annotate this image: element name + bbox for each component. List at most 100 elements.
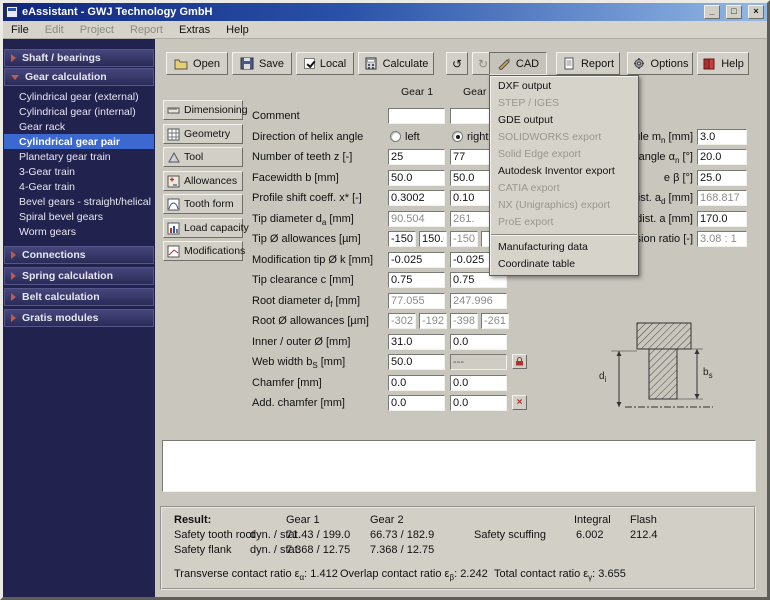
menu-item-manufacturing-data[interactable]: Manufacturing data bbox=[490, 239, 638, 256]
cad-dropdown-menu: DXF output STEP / IGES GDE output SOLIDW… bbox=[489, 75, 639, 276]
pressure-angle-input[interactable] bbox=[697, 149, 747, 165]
sidebar-item-planetary-gear-train[interactable]: Planetary gear train bbox=[4, 149, 154, 164]
menu-item-gde-output[interactable]: GDE output bbox=[490, 112, 638, 129]
web-width-gear2-field bbox=[450, 354, 507, 370]
minimize-icon[interactable]: _ bbox=[704, 5, 720, 19]
local-checkbox[interactable]: Local bbox=[296, 52, 354, 75]
menu-help[interactable]: Help bbox=[218, 24, 257, 36]
undo-icon: ↺ bbox=[452, 58, 462, 70]
modifications-button[interactable]: Modifications bbox=[163, 241, 243, 261]
load-capacity-button[interactable]: Load capacity bbox=[163, 218, 243, 238]
document-icon bbox=[562, 57, 576, 70]
tooth-curve-icon bbox=[167, 198, 180, 211]
menu-item-catia-export: CATIA export bbox=[490, 180, 638, 197]
add-chamfer-gear2-input[interactable] bbox=[450, 395, 507, 411]
allowances-button[interactable]: Allowances bbox=[163, 171, 243, 191]
notes-area[interactable] bbox=[162, 440, 756, 492]
sidebar-item-spiral-bevel-gears[interactable]: Spiral bevel gears bbox=[4, 209, 154, 224]
tooth-form-button[interactable]: Tooth form bbox=[163, 194, 243, 214]
modification-tip-gear1-input[interactable] bbox=[388, 252, 445, 268]
comment-gear1-input[interactable] bbox=[388, 108, 445, 124]
menu-project: Project bbox=[72, 24, 122, 36]
menu-item-solidworks-export: SOLIDWORKS export bbox=[490, 129, 638, 146]
tool-button[interactable]: Tool bbox=[163, 147, 243, 167]
menu-item-autodesk-inventor-export[interactable]: Autodesk Inventor export bbox=[490, 163, 638, 180]
sidebar-section-gear-calculation[interactable]: Gear calculation bbox=[4, 68, 154, 86]
facewidth-gear1-input[interactable] bbox=[388, 170, 445, 186]
sidebar-item-gear-rack[interactable]: Gear rack bbox=[4, 119, 154, 134]
transverse-contact-ratio: Transverse contact ratio εα: 1.412 bbox=[174, 568, 338, 582]
grid-icon bbox=[167, 128, 180, 141]
add-chamfer-gear1-input[interactable] bbox=[388, 395, 445, 411]
safety-scuffing-integral: 6.002 bbox=[576, 529, 604, 541]
clear-icon[interactable]: × bbox=[512, 395, 527, 410]
bar-chart-icon bbox=[167, 222, 180, 235]
menu-item-coordinate-table[interactable]: Coordinate table bbox=[490, 256, 638, 273]
result-panel: Result: Gear 1 Gear 2 Integral Flash Saf… bbox=[160, 506, 756, 590]
ruler-icon bbox=[167, 104, 180, 117]
web-width-gear1-input[interactable] bbox=[388, 354, 445, 370]
tip-diameter-label: Tip diameter da [mm] bbox=[252, 213, 354, 227]
root-allowances-label: Root Ø allowances [µm] bbox=[252, 315, 369, 327]
tip-allow-gear1b-input[interactable] bbox=[419, 231, 447, 247]
menu-bar: File Edit Project Report Extras Help bbox=[3, 21, 767, 39]
help-button[interactable]: Help bbox=[697, 52, 749, 75]
chamfer-gear2-input[interactable] bbox=[450, 375, 507, 391]
open-button[interactable]: Open bbox=[166, 52, 228, 75]
gear-icon bbox=[632, 57, 646, 70]
dimensioning-button[interactable]: Dimensioning bbox=[163, 100, 243, 120]
centre-distance-input[interactable] bbox=[697, 211, 747, 227]
sidebar-section-connections[interactable]: Connections bbox=[4, 246, 154, 264]
chevron-right-icon bbox=[11, 293, 16, 301]
sidebar-item-3-gear-train[interactable]: 3-Gear train bbox=[4, 164, 154, 179]
geometry-button[interactable]: Geometry bbox=[163, 124, 243, 144]
sidebar-item-worm-gears[interactable]: Worm gears bbox=[4, 224, 154, 239]
safety-scuffing-label: Safety scuffing bbox=[474, 529, 546, 541]
sidebar-item-cylindrical-gear-internal[interactable]: Cylindrical gear (internal) bbox=[4, 104, 154, 119]
undo-button[interactable]: ↺ bbox=[446, 52, 468, 75]
helix-direction-label: Direction of helix angle bbox=[252, 131, 363, 143]
lock-icon[interactable] bbox=[512, 354, 527, 369]
cad-button[interactable]: CAD bbox=[489, 52, 547, 75]
menu-file[interactable]: File bbox=[3, 24, 37, 36]
section-label: Spring calculation bbox=[22, 270, 113, 282]
module-input[interactable] bbox=[697, 129, 747, 145]
menu-report: Report bbox=[122, 24, 171, 36]
sidebar-section-shaft-bearings[interactable]: Shaft / bearings bbox=[4, 49, 154, 67]
sidebar-item-bevel-gears[interactable]: Bevel gears - straight/helical bbox=[4, 194, 154, 209]
tip-clearance-label: Tip clearance c [mm] bbox=[252, 274, 354, 286]
close-icon[interactable]: × bbox=[748, 5, 764, 19]
section-label: Shaft / bearings bbox=[22, 52, 101, 64]
helix-right-radio[interactable] bbox=[452, 131, 463, 142]
tip-clearance-gear1-input[interactable] bbox=[388, 272, 445, 288]
save-button[interactable]: Save bbox=[232, 52, 292, 75]
sidebar-section-spring-calculation[interactable]: Spring calculation bbox=[4, 267, 154, 285]
menu-item-dxf-output[interactable]: DXF output bbox=[490, 78, 638, 95]
safety-tooth-root-gear2: 66.73 / 182.9 bbox=[370, 529, 434, 541]
menu-extras[interactable]: Extras bbox=[171, 24, 218, 36]
tip-allow-gear1a-input[interactable] bbox=[388, 231, 416, 247]
inner-outer-gear2-input[interactable] bbox=[450, 334, 507, 350]
sidebar-item-4-gear-train[interactable]: 4-Gear train bbox=[4, 179, 154, 194]
calculate-button[interactable]: Calculate bbox=[358, 52, 434, 75]
report-button[interactable]: Report bbox=[556, 52, 620, 75]
chamfer-gear1-input[interactable] bbox=[388, 375, 445, 391]
inner-outer-gear1-input[interactable] bbox=[388, 334, 445, 350]
maximize-icon[interactable]: □ bbox=[726, 5, 742, 19]
sidebar-section-gratis-modules[interactable]: Gratis modules bbox=[4, 309, 154, 327]
teeth-gear1-input[interactable] bbox=[388, 149, 445, 165]
cad-icon bbox=[497, 57, 511, 70]
section-label: Connections bbox=[22, 249, 86, 261]
inner-diameter-dim-label: di bbox=[599, 371, 606, 384]
sidebar-item-cylindrical-gear-pair[interactable]: Cylindrical gear pair bbox=[4, 134, 154, 149]
sidebar-item-cylindrical-gear-external[interactable]: Cylindrical gear (external) bbox=[4, 89, 154, 104]
helix-left-radio[interactable] bbox=[390, 131, 401, 142]
result-integral-header: Integral bbox=[574, 514, 611, 526]
options-button[interactable]: Options bbox=[627, 52, 693, 75]
transmission-ratio-field bbox=[697, 231, 747, 247]
tip-allow-gear2a-field bbox=[450, 231, 478, 247]
profile-shift-gear1-input[interactable] bbox=[388, 190, 445, 206]
result-gear2-header: Gear 2 bbox=[370, 514, 404, 526]
sidebar-section-belt-calculation[interactable]: Belt calculation bbox=[4, 288, 154, 306]
helix-angle-input[interactable] bbox=[697, 170, 747, 186]
